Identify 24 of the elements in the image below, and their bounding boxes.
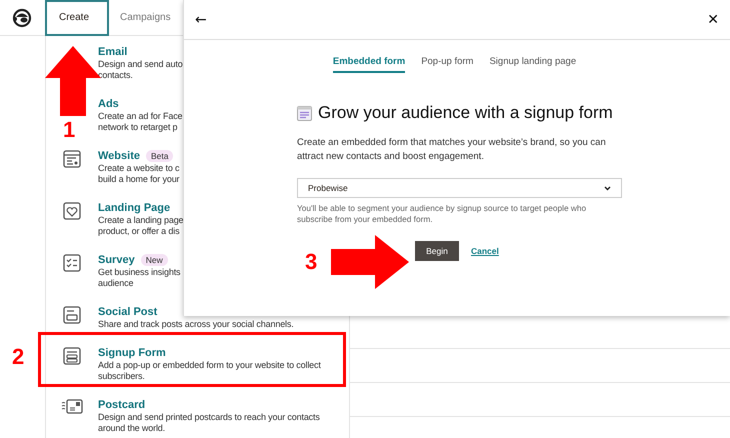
menu-item-description: Design and send printed postcards to reach your contacts around the world.: [98, 412, 320, 434]
menu-item-title: Email: [98, 46, 128, 58]
menu-item-description: Create a website to c build a home for your: [98, 163, 180, 185]
menu-item-title: Website: [98, 150, 140, 162]
menu-item-title: Landing Page: [98, 202, 170, 214]
step-number: 1: [63, 119, 76, 141]
menu-item-description: Get business insights audience: [98, 267, 180, 289]
menu-item-description: Design and send auto contacts.: [98, 59, 183, 81]
menu-item-title: Postcard: [98, 398, 146, 410]
menu-item-title: Survey: [98, 254, 135, 266]
menu-item-description: Create a landing page product, or offer a dis: [98, 215, 184, 237]
menu-item-description: Create an ad for Face network to retarget p: [98, 111, 182, 133]
step-number: 2: [12, 346, 24, 368]
badge: Beta: [146, 150, 174, 162]
menu-item-title: Signup Form: [98, 346, 166, 358]
menu-item-title: Social Post: [98, 306, 158, 318]
help-text: You'll be able to segment your audience by signup source to target people who subscribe from your embedded form.: [297, 203, 588, 225]
badge: New: [140, 254, 168, 266]
dialog-title: Grow your audience with a signup form: [318, 103, 613, 123]
menu-item-title: Ads: [98, 98, 119, 110]
dialog-description: Create an embedded form that matches your website’s brand, so you can attract new contacts and boost engagement.: [297, 136, 607, 164]
menu-item-description: Add a pop-up or embedded form to your website to collect subscribers.: [98, 360, 321, 382]
step-number: 3: [305, 251, 318, 273]
menu-item-description: Share and track posts across your social channels.: [98, 319, 294, 330]
